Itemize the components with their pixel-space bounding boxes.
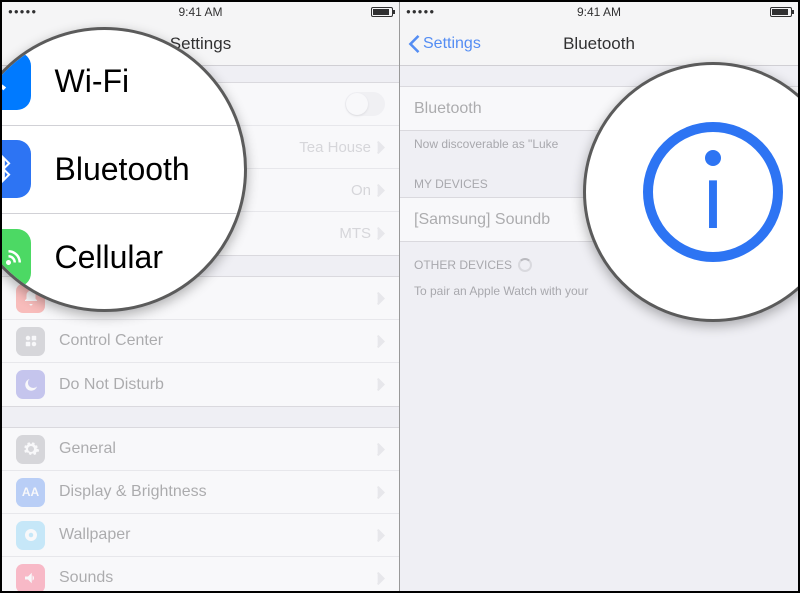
- chevron-right-icon: [377, 572, 385, 585]
- lens-cellular-label: Cellular: [55, 239, 163, 276]
- battery-icon: [371, 7, 393, 17]
- row-label: Do Not Disturb: [59, 376, 377, 394]
- airplane-toggle[interactable]: [345, 92, 385, 116]
- row-label: Control Center: [59, 332, 377, 350]
- chevron-right-icon: [377, 529, 385, 542]
- wallpaper-icon: [16, 521, 45, 550]
- page-title: Bluetooth: [563, 34, 635, 54]
- row-value: On: [351, 182, 371, 199]
- lens-bluetooth-label: Bluetooth: [55, 151, 190, 188]
- status-bar-left: ●●●●● 9:41 AM: [2, 2, 399, 22]
- signal-dots-icon: ●●●●●: [8, 7, 37, 16]
- lens-row-bluetooth: Bluetooth: [2, 126, 245, 214]
- chevron-right-icon: [377, 227, 385, 240]
- back-label: Settings: [423, 35, 481, 53]
- row-label: Sounds: [59, 569, 377, 587]
- gear-icon: [16, 435, 45, 464]
- wifi-icon: [2, 52, 31, 110]
- chevron-left-icon: [408, 35, 420, 53]
- row-label: General: [59, 440, 377, 458]
- settings-row-do-not-disturb[interactable]: Do Not Disturb: [2, 363, 399, 406]
- bluetooth-icon: [2, 140, 31, 198]
- info-icon-magnified: ı: [643, 122, 783, 262]
- spinner-icon: [518, 258, 532, 272]
- chevron-right-icon: [377, 292, 385, 305]
- battery-icon: [770, 7, 792, 17]
- clock: 9:41 AM: [577, 5, 621, 19]
- chevron-right-icon: [377, 335, 385, 348]
- lens-row-wifi: Wi-Fi: [2, 38, 245, 126]
- row-label: Wallpaper: [59, 526, 377, 544]
- sounds-icon: [16, 564, 45, 592]
- cellular-icon: [2, 229, 31, 287]
- moon-icon: [16, 370, 45, 399]
- chevron-right-icon: [377, 443, 385, 456]
- settings-row-control-center[interactable]: Control Center: [2, 320, 399, 363]
- settings-row-sounds[interactable]: Sounds: [2, 557, 399, 591]
- row-value: MTS: [339, 225, 371, 242]
- row-label: Display & Brightness: [59, 483, 377, 501]
- bluetooth-screen: ●●●●● 9:41 AM Settings Bluetooth Bluetoo…: [400, 2, 798, 591]
- settings-row-display-brightness[interactable]: AA Display & Brightness: [2, 471, 399, 514]
- lens-row-cellular: Cellular: [2, 214, 245, 302]
- chevron-right-icon: [377, 184, 385, 197]
- display-icon: AA: [16, 478, 45, 507]
- back-button[interactable]: Settings: [408, 35, 481, 53]
- control-icon: [16, 327, 45, 356]
- nav-bar: Settings Bluetooth: [400, 22, 798, 66]
- settings-screen: ●●●●● 9:41 AM Settings Airplane ModeWi-F…: [2, 2, 400, 591]
- settings-row-general[interactable]: General: [2, 428, 399, 471]
- lens-wifi-label: Wi-Fi: [55, 63, 130, 100]
- chevron-right-icon: [377, 141, 385, 154]
- magnifier-lens: Wi-Fi Bluetooth Cellular: [2, 27, 247, 312]
- clock: 9:41 AM: [178, 5, 222, 19]
- signal-dots-icon: ●●●●●: [406, 7, 435, 16]
- chevron-right-icon: [377, 378, 385, 391]
- status-bar-right: ●●●●● 9:41 AM: [400, 2, 798, 22]
- chevron-right-icon: [377, 486, 385, 499]
- settings-row-wallpaper[interactable]: Wallpaper: [2, 514, 399, 557]
- row-value: Tea House: [299, 139, 371, 156]
